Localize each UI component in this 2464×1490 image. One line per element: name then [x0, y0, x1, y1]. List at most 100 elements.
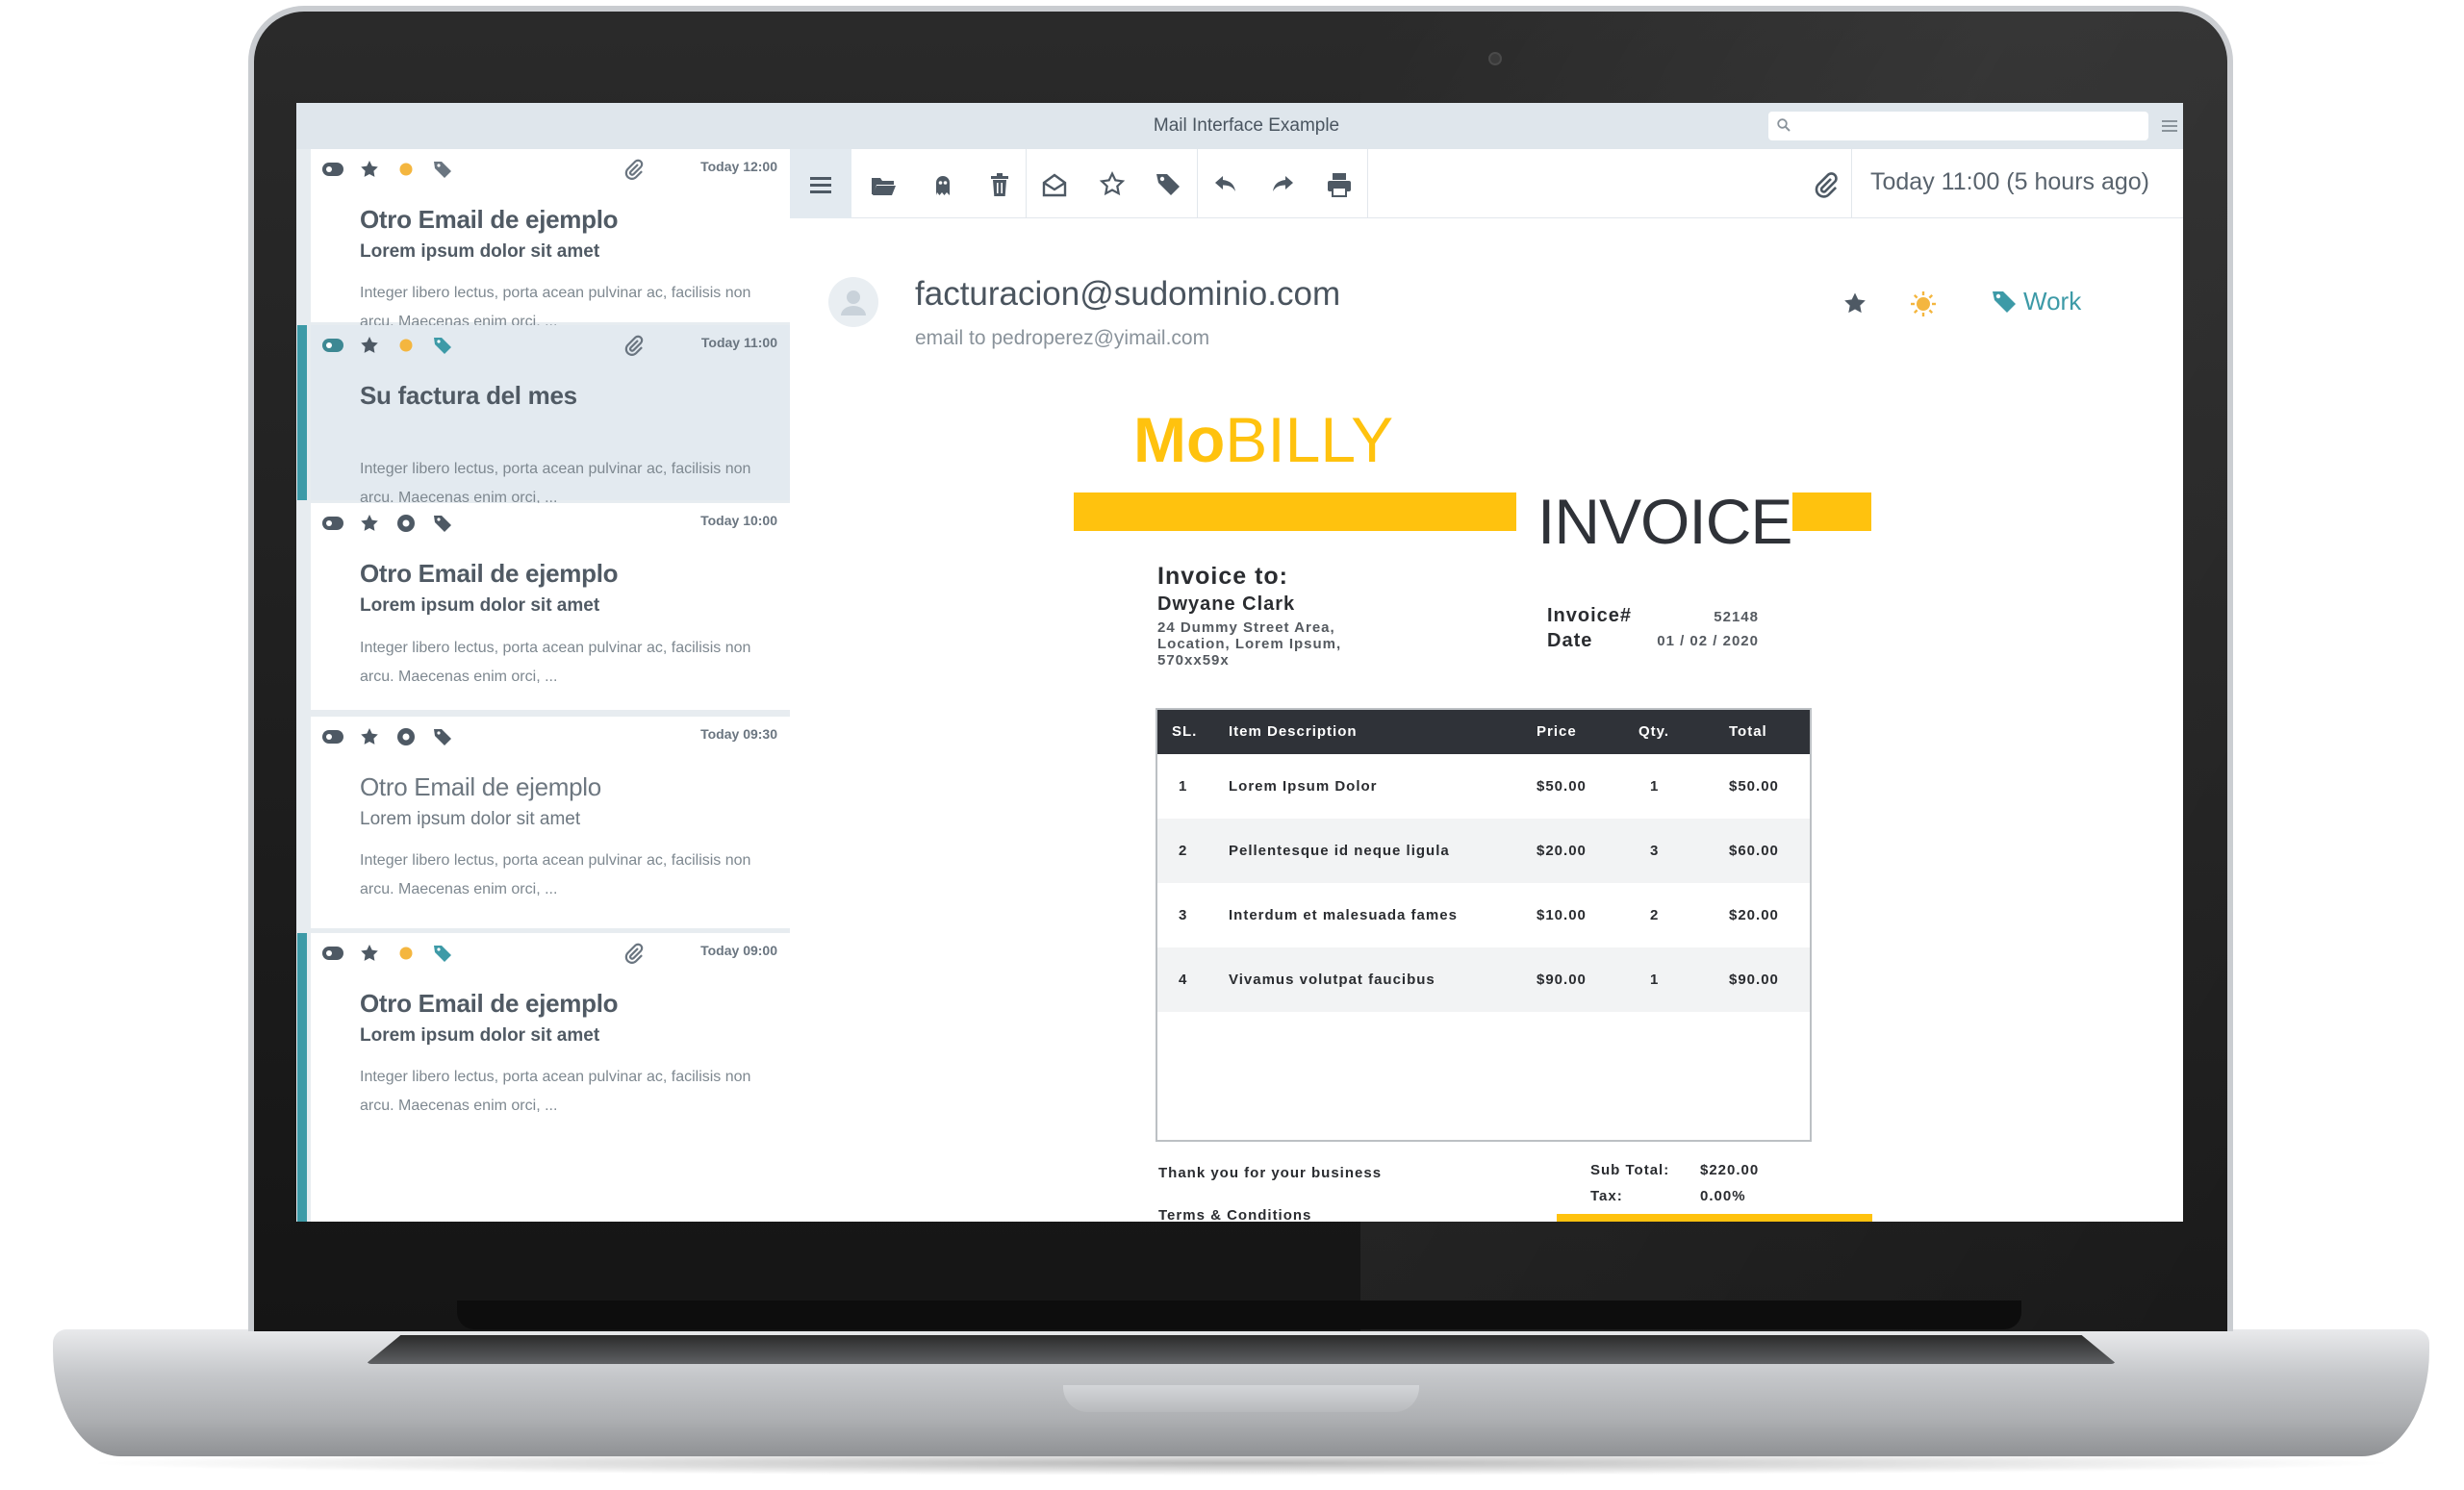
email-preview: Integer libero lectus, porta acean pulvi…	[360, 852, 751, 897]
reply-icon[interactable]	[1211, 170, 1240, 199]
cell-qty: 1	[1650, 778, 1660, 795]
toolbar-separator	[1026, 149, 1027, 218]
cell-sl: 2	[1179, 843, 1188, 859]
subtotal-label: Sub Total:	[1590, 1162, 1670, 1178]
tag-icon[interactable]	[431, 334, 454, 357]
priority-sun-icon[interactable]	[1909, 290, 1938, 318]
sender-avatar	[828, 277, 878, 327]
toggle-icon[interactable]	[321, 334, 344, 357]
column-header: SL.	[1172, 723, 1198, 740]
invoice-number-label: Invoice#	[1547, 605, 1633, 626]
tax-value: 0.00%	[1700, 1188, 1746, 1204]
email-time: Today 10:00	[700, 513, 777, 528]
paperclip-icon	[624, 335, 644, 356]
tag-icon[interactable]	[1154, 170, 1182, 199]
cell-desc: Vivamus volutpat faucibus	[1229, 972, 1435, 988]
invoice-items-table: SL. Item Description Price Qty. Total 1 …	[1156, 708, 1812, 1142]
cell-price: $50.00	[1537, 778, 1587, 795]
tax-label: Tax:	[1590, 1188, 1623, 1204]
cell-sl: 4	[1179, 972, 1188, 988]
email-accent-bar	[297, 933, 307, 1222]
email-subject: Otro Email de ejemplo	[360, 989, 619, 1018]
email-item[interactable]: Today 10:00 Otro Email de ejemplo Lorem …	[311, 503, 790, 710]
priority-dot-icon[interactable]	[394, 512, 418, 535]
star-icon[interactable]	[358, 725, 381, 748]
tag-icon[interactable]	[431, 158, 454, 181]
table-row: 3 Interdum et malesuada fames $10.00 2 $…	[1157, 883, 1810, 947]
search-box[interactable]	[1768, 112, 2148, 140]
email-subject: Otro Email de ejemplo	[360, 559, 619, 588]
priority-dot-icon[interactable]	[394, 334, 418, 357]
envelope-open-icon[interactable]	[1040, 170, 1069, 199]
email-time: Today 09:00	[700, 943, 777, 958]
cell-sl: 3	[1179, 907, 1188, 923]
tag-icon[interactable]	[431, 512, 454, 535]
toggle-icon[interactable]	[321, 158, 344, 181]
priority-dot-icon[interactable]	[394, 725, 418, 748]
customer-name: Dwyane Clark	[1157, 593, 1296, 615]
table-row: 4 Vivamus volutpat faucibus $90.00 1 $90…	[1157, 947, 1810, 1012]
message-toolbar: Today 11:00 (5 hours ago)	[790, 149, 2183, 218]
user-icon	[841, 290, 866, 316]
laptop-hinge	[457, 1301, 2021, 1329]
star-icon[interactable]	[358, 942, 381, 965]
table-row: 2 Pellentesque id neque ligula $20.00 3 …	[1157, 819, 1810, 883]
email-subject: Otro Email de ejemplo	[360, 205, 619, 234]
customer-address: 24 Dummy Street Area, Location, Lorem Ip…	[1157, 619, 1342, 669]
email-item[interactable]: Today 12:00 Otro Email de ejemplo Lorem …	[311, 149, 790, 330]
table-row: 1 Lorem Ipsum Dolor $50.00 1 $50.00	[1157, 754, 1810, 819]
window-menu-icon[interactable]	[2160, 116, 2179, 136]
star-icon[interactable]	[358, 512, 381, 535]
sender-email[interactable]: facturacion@sudominio.com	[915, 275, 1340, 314]
toggle-icon[interactable]	[321, 725, 344, 748]
tag-icon[interactable]	[431, 725, 454, 748]
cell-price: $10.00	[1537, 907, 1587, 923]
email-item[interactable]: Today 09:00 Otro Email de ejemplo Lorem …	[297, 933, 790, 1222]
invoice-decor-bar	[1792, 492, 1871, 531]
star-icon[interactable]	[358, 158, 381, 181]
invoice-date-label: Date	[1547, 630, 1593, 651]
priority-dot-icon[interactable]	[394, 158, 418, 181]
cell-total: $50.00	[1729, 778, 1779, 795]
toolbar-menu-button[interactable]	[790, 149, 851, 218]
toolbar-separator	[1367, 149, 1368, 218]
star-outline-icon[interactable]	[1098, 170, 1127, 199]
priority-dot-icon[interactable]	[394, 942, 418, 965]
toggle-icon[interactable]	[321, 942, 344, 965]
toggle-icon[interactable]	[321, 512, 344, 535]
trash-icon[interactable]	[985, 170, 1014, 199]
toolbar-separator	[1851, 149, 1852, 218]
cell-price: $20.00	[1537, 843, 1587, 859]
table-header: SL. Item Description Price Qty. Total	[1157, 710, 1810, 754]
forward-icon[interactable]	[1268, 170, 1297, 199]
column-header: Total	[1729, 723, 1767, 740]
email-item-selected[interactable]: Today 11:00 Su factura del mes Integer l…	[297, 325, 790, 506]
title-bar: Mail Interface Example	[296, 103, 2183, 149]
tag-icon[interactable]	[431, 942, 454, 965]
folder-icon[interactable]	[869, 170, 898, 199]
star-icon[interactable]	[1841, 290, 1869, 318]
column-header: Price	[1537, 723, 1577, 740]
ghost-icon[interactable]	[928, 170, 957, 199]
paperclip-icon	[624, 943, 644, 964]
cell-desc: Pellentesque id neque ligula	[1229, 843, 1450, 859]
tag-icon[interactable]	[1990, 288, 2019, 316]
search-input[interactable]	[1797, 115, 2139, 137]
cell-total: $20.00	[1729, 907, 1779, 923]
print-icon[interactable]	[1325, 170, 1354, 199]
tag-label[interactable]: Work	[2023, 287, 2081, 316]
email-time: Today 09:30	[700, 726, 777, 742]
email-snippet: Lorem ipsum dolor sit amet	[360, 1025, 600, 1046]
star-icon[interactable]	[358, 334, 381, 357]
logo-part-bold: Mo	[1133, 404, 1226, 475]
paperclip-icon[interactable]	[1812, 170, 1841, 199]
email-snippet: Lorem ipsum dolor sit amet	[360, 595, 600, 616]
recipient-line: email to pedroperez@yimail.com	[915, 327, 1210, 349]
email-snippet: Lorem ipsum dolor sit amet	[360, 241, 600, 262]
email-item[interactable]: Today 09:30 Otro Email de ejemplo Lorem …	[311, 717, 790, 928]
cell-total: $90.00	[1729, 972, 1779, 988]
column-header: Item Description	[1229, 723, 1358, 740]
invoice-date: 01 / 02 / 2020	[1657, 633, 1759, 649]
email-preview: Integer libero lectus, porta acean pulvi…	[360, 640, 751, 685]
webcam	[1488, 52, 1502, 65]
